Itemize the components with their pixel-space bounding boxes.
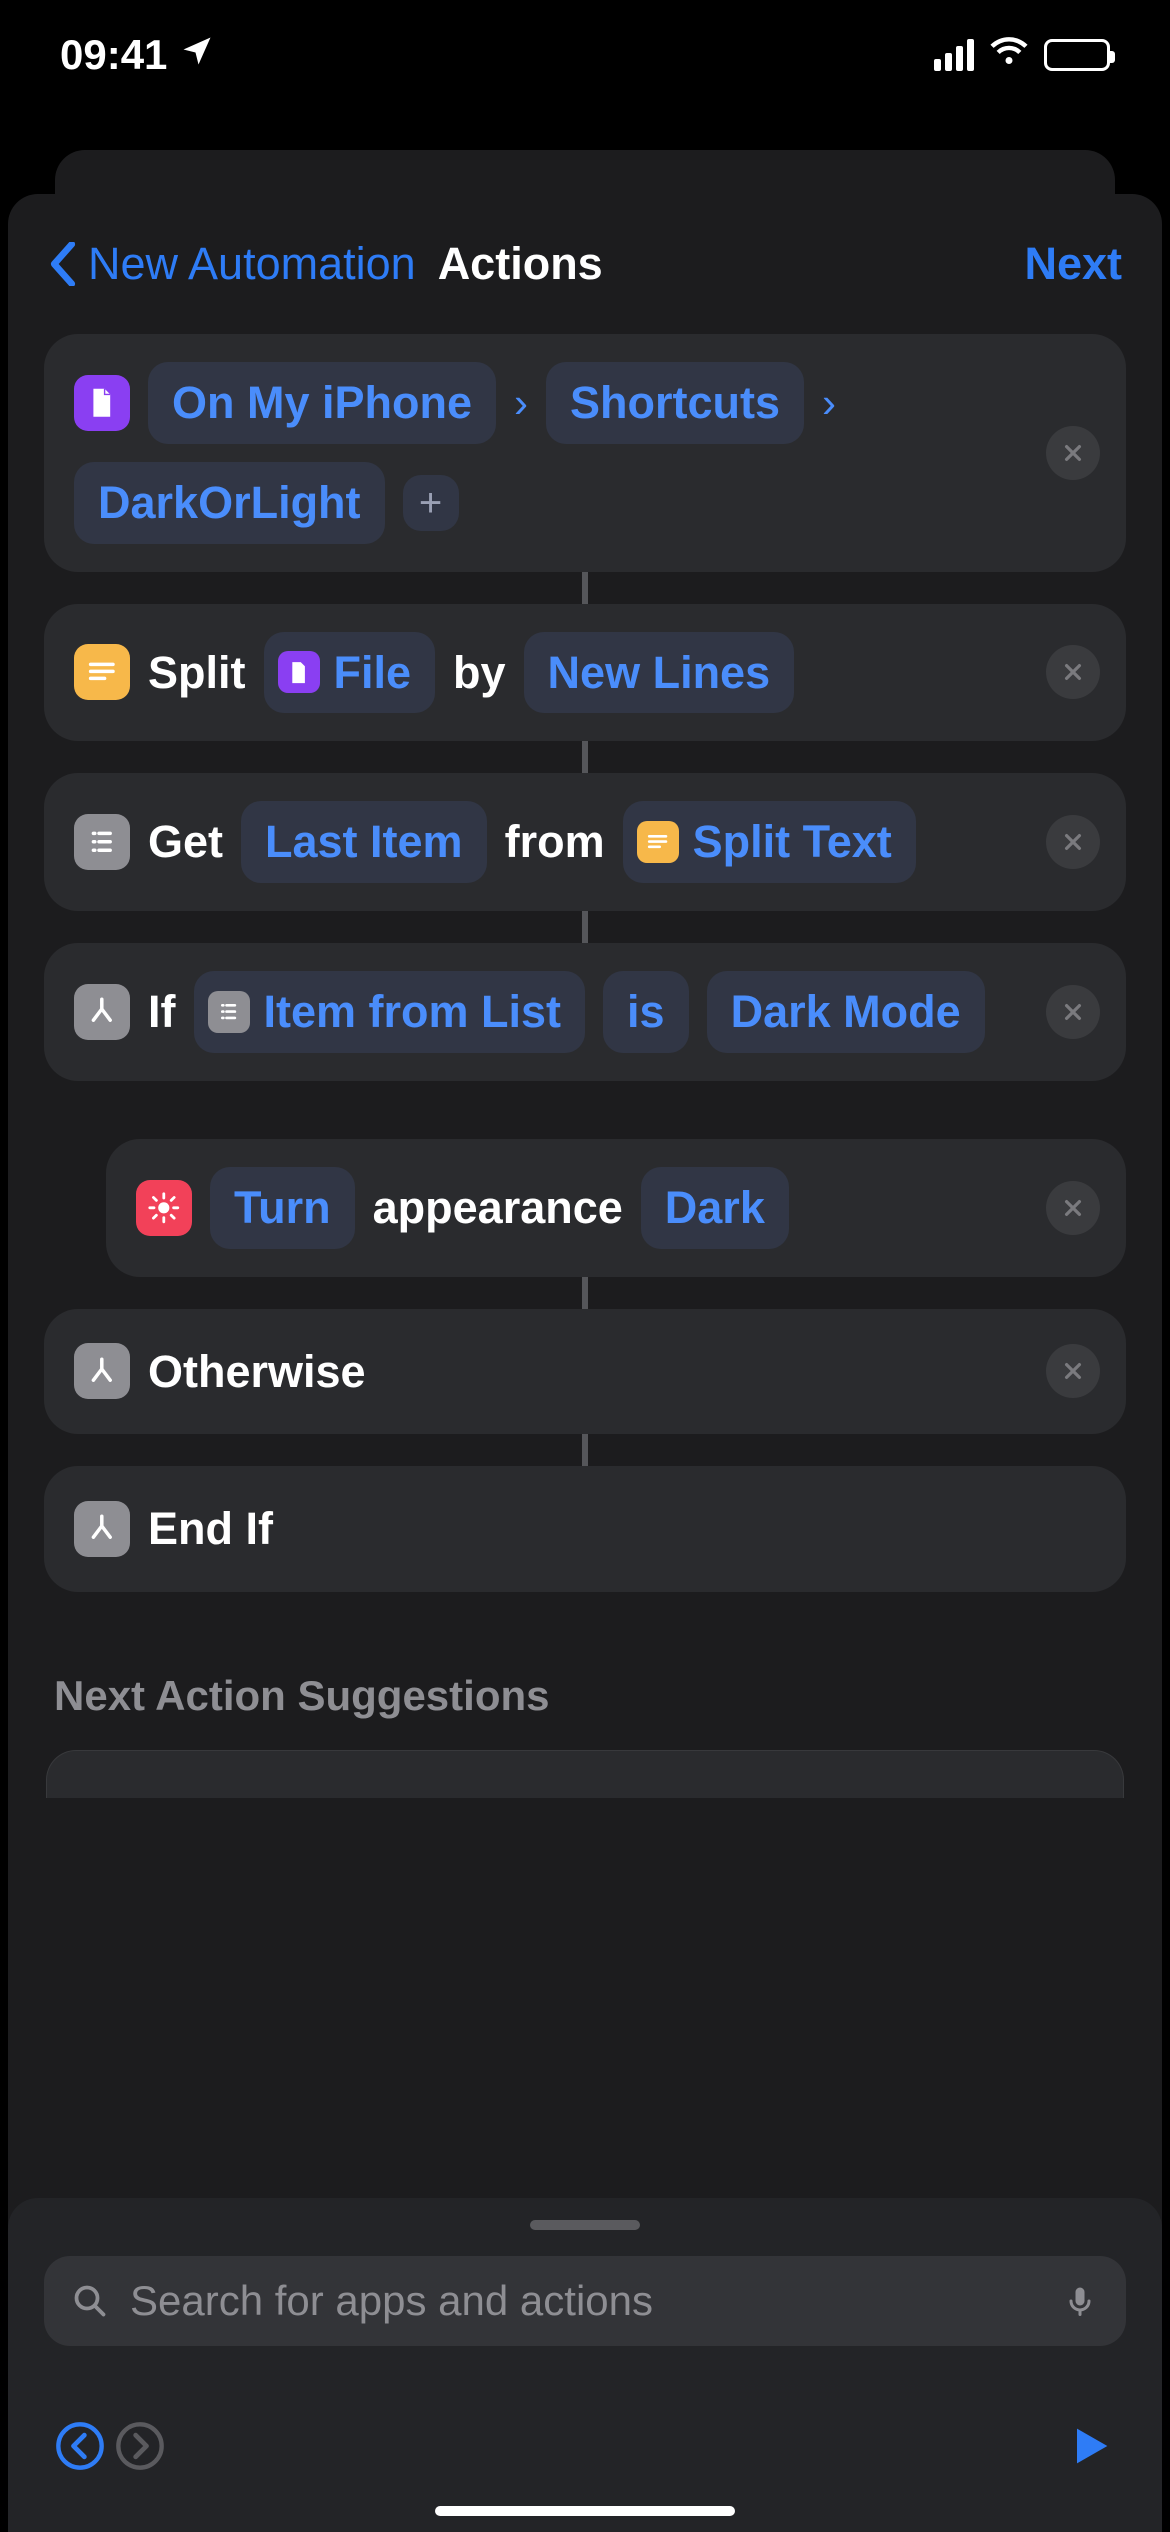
if-condition-token[interactable]: is: [603, 971, 689, 1053]
split-mode-token[interactable]: New Lines: [524, 632, 795, 714]
add-file-button[interactable]: +: [403, 475, 459, 531]
appearance-word: appearance: [373, 1173, 623, 1243]
split-verb: Split: [148, 638, 246, 708]
endif-label: End If: [148, 1494, 273, 1564]
list-icon: [74, 814, 130, 870]
path-segment-2[interactable]: Shortcuts: [546, 362, 804, 444]
remove-action-button[interactable]: [1046, 1181, 1100, 1235]
remove-action-button[interactable]: [1046, 985, 1100, 1039]
chevron-right-icon: ›: [822, 370, 836, 435]
action-file[interactable]: On My iPhone › Shortcuts › DarkOrLight +: [44, 334, 1126, 572]
background-card-peek: [55, 150, 1115, 194]
connector: [582, 911, 588, 943]
remove-action-button[interactable]: [1046, 1344, 1100, 1398]
status-bar: 09:41: [0, 0, 1170, 110]
mic-icon[interactable]: [1062, 2283, 1098, 2319]
if-value-token[interactable]: Dark Mode: [707, 971, 985, 1053]
text-icon: [74, 644, 130, 700]
suggestion-card-peek[interactable]: [46, 1750, 1124, 1798]
next-button[interactable]: Next: [1024, 238, 1122, 290]
connector: [582, 572, 588, 604]
split-input-token[interactable]: File: [264, 632, 436, 714]
path-segment-1[interactable]: On My iPhone: [148, 362, 496, 444]
branch-icon: [74, 1343, 130, 1399]
search-icon: [72, 2283, 108, 2319]
action-split[interactable]: Split File by New Lines: [44, 604, 1126, 742]
battery-icon: [1044, 39, 1110, 71]
branch-icon: [74, 984, 130, 1040]
wifi-icon: [988, 29, 1030, 81]
file-icon: [278, 651, 320, 693]
suggestions-heading: Next Action Suggestions: [54, 1672, 1116, 1720]
editor-sheet: New Automation Actions Next On My iPhone…: [8, 194, 1162, 2532]
connector: [582, 1434, 588, 1466]
nav-bar: New Automation Actions Next: [8, 194, 1162, 334]
action-set-appearance[interactable]: Turn appearance Dark: [106, 1139, 1126, 1277]
get-which-token[interactable]: Last Item: [241, 801, 487, 883]
filename-token[interactable]: DarkOrLight: [74, 462, 385, 544]
branch-icon: [74, 1501, 130, 1557]
page-title: Actions: [438, 238, 603, 290]
action-if[interactable]: If Item from List is Dark Mode: [44, 943, 1126, 1081]
from-word: from: [505, 807, 605, 877]
turn-value-token[interactable]: Dark: [641, 1167, 789, 1249]
chevron-right-icon: ›: [514, 370, 528, 435]
text-icon: [637, 821, 679, 863]
back-label: New Automation: [88, 238, 416, 290]
otherwise-label: Otherwise: [148, 1337, 366, 1407]
file-icon: [74, 375, 130, 431]
action-get-item[interactable]: Get Last Item from Split Text: [44, 773, 1126, 911]
bottom-sheet[interactable]: Search for apps and actions: [8, 2198, 1162, 2532]
clock: 09:41: [60, 31, 167, 79]
action-endif[interactable]: End If: [44, 1466, 1126, 1592]
redo-button[interactable]: [110, 2416, 170, 2476]
remove-action-button[interactable]: [1046, 645, 1100, 699]
home-indicator[interactable]: [435, 2506, 735, 2516]
undo-button[interactable]: [50, 2416, 110, 2476]
turn-verb-token[interactable]: Turn: [210, 1167, 355, 1249]
search-placeholder: Search for apps and actions: [130, 2277, 1040, 2325]
run-button[interactable]: [1060, 2416, 1120, 2476]
by-word: by: [453, 638, 506, 708]
get-source-token[interactable]: Split Text: [623, 801, 916, 883]
remove-action-button[interactable]: [1046, 815, 1100, 869]
location-icon: [179, 31, 215, 79]
signal-icon: [934, 39, 974, 71]
get-verb: Get: [148, 807, 223, 877]
remove-action-button[interactable]: [1046, 426, 1100, 480]
connector: [582, 1277, 588, 1309]
connector: [582, 741, 588, 773]
list-icon: [208, 991, 250, 1033]
action-otherwise[interactable]: Otherwise: [44, 1309, 1126, 1435]
grabber-handle[interactable]: [530, 2220, 640, 2230]
if-subject-token[interactable]: Item from List: [194, 971, 586, 1053]
if-verb: If: [148, 977, 176, 1047]
toolbar: [44, 2386, 1126, 2506]
brightness-icon: [136, 1180, 192, 1236]
search-input[interactable]: Search for apps and actions: [44, 2256, 1126, 2346]
back-button[interactable]: New Automation: [48, 238, 416, 290]
